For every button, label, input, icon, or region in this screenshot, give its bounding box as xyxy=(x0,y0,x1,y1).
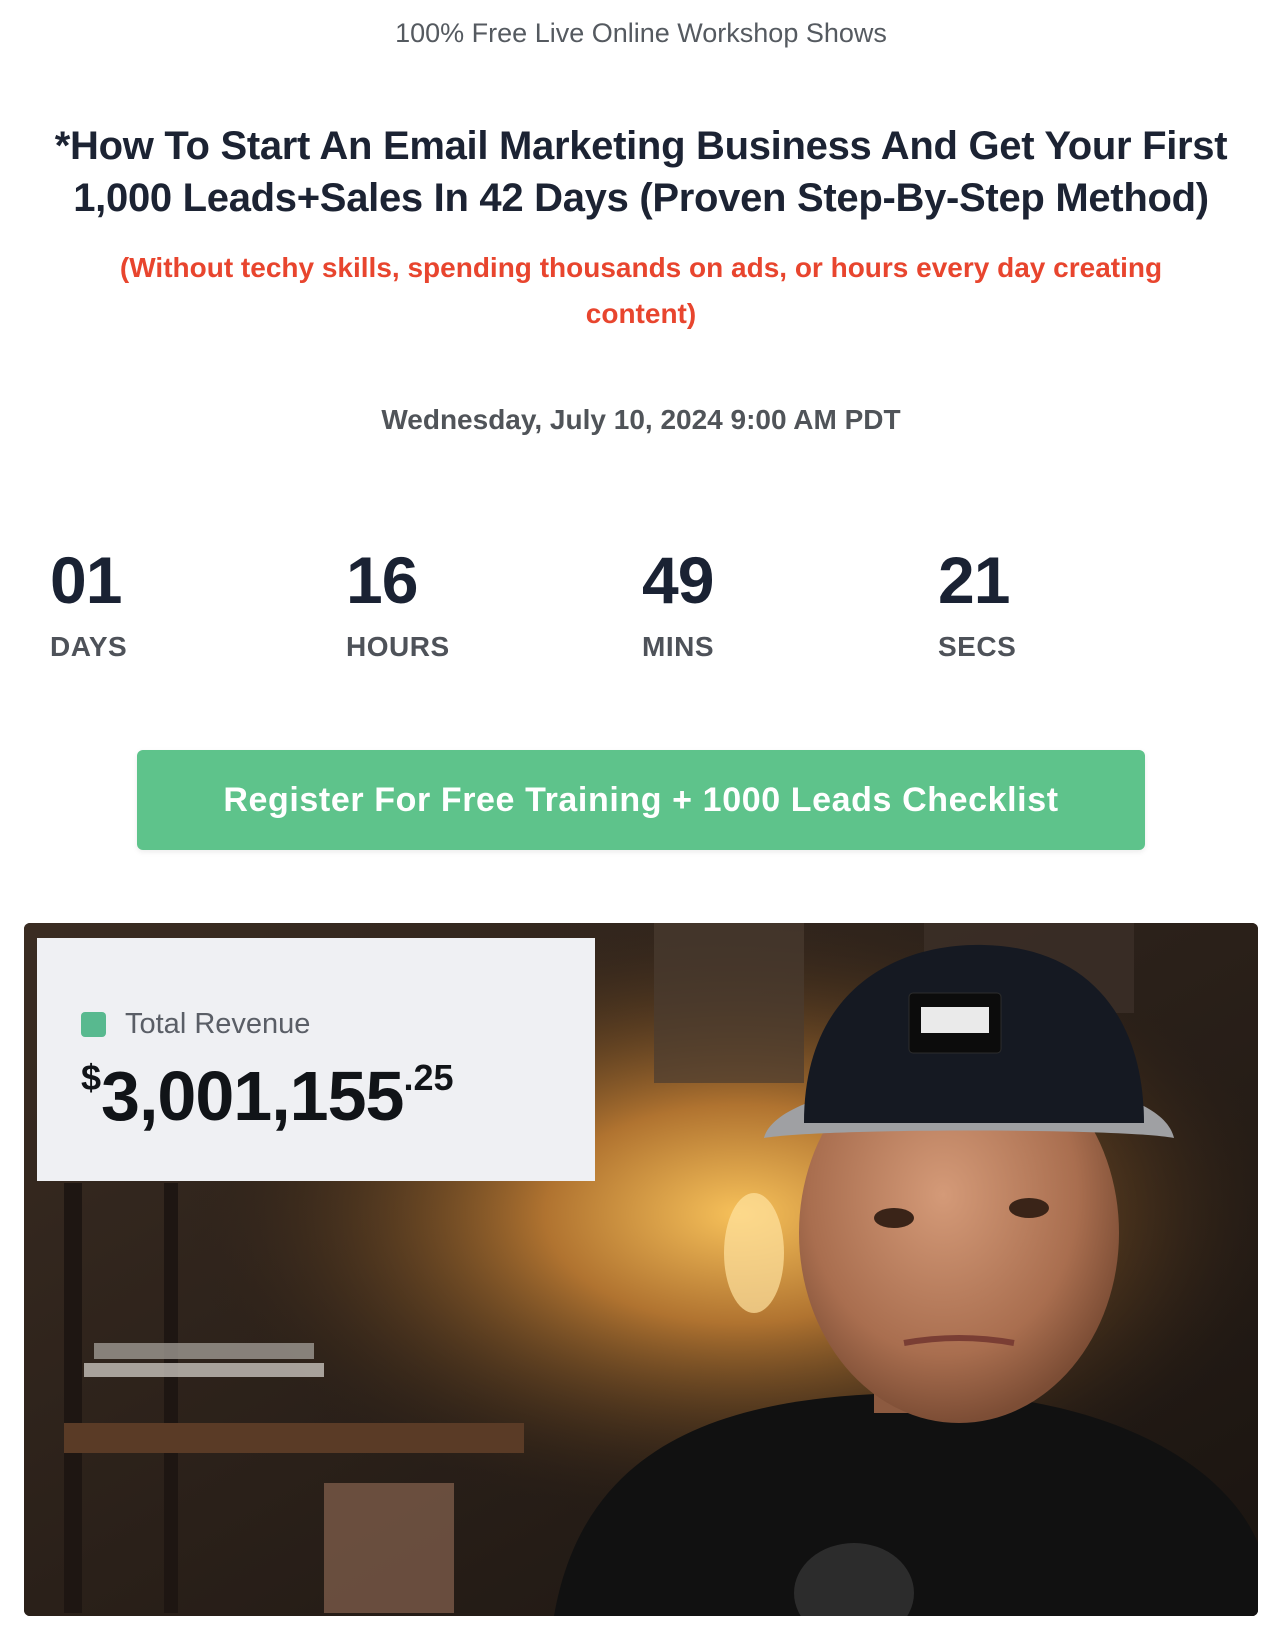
revenue-whole: 3,001,155 xyxy=(101,1057,404,1135)
countdown-timer: 01 DAYS 16 HOURS 49 MINS 21 SECS xyxy=(50,545,1250,665)
revenue-card: Total Revenue $3,001,155.25 xyxy=(37,938,595,1181)
revenue-label: Total Revenue xyxy=(125,1008,311,1040)
register-button[interactable]: Register For Free Training + 1000 Leads … xyxy=(137,750,1145,850)
countdown-hours-value: 16 xyxy=(346,543,418,617)
event-datetime: Wednesday, July 10, 2024 9:00 AM PDT xyxy=(381,404,901,435)
countdown-secs-value: 21 xyxy=(938,543,1010,617)
countdown-secs: 21 SECS xyxy=(938,545,1138,663)
page-subheadline: (Without techy skills, spending thousand… xyxy=(119,252,1163,329)
revenue-amount: $3,001,155.25 xyxy=(81,1056,454,1136)
countdown-mins: 49 MINS xyxy=(642,545,842,663)
countdown-mins-label: MINS xyxy=(642,631,714,662)
countdown-secs-label: SECS xyxy=(938,631,1017,662)
page-headline: *How To Start An Email Marketing Busines… xyxy=(54,124,1228,220)
revenue-currency: $ xyxy=(81,1057,102,1098)
revenue-cents: .25 xyxy=(403,1057,454,1098)
hero-image: Total Revenue $3,001,155.25 xyxy=(24,923,1258,1616)
countdown-days-label: DAYS xyxy=(50,631,128,662)
countdown-days-value: 01 xyxy=(50,543,122,617)
countdown-days: 01 DAYS xyxy=(50,545,250,663)
revenue-indicator-dot xyxy=(81,1012,106,1037)
countdown-mins-value: 49 xyxy=(642,543,714,617)
countdown-hours: 16 HOURS xyxy=(346,545,546,663)
countdown-hours-label: HOURS xyxy=(346,631,450,662)
workshop-kicker: 100% Free Live Online Workshop Shows xyxy=(395,18,887,48)
